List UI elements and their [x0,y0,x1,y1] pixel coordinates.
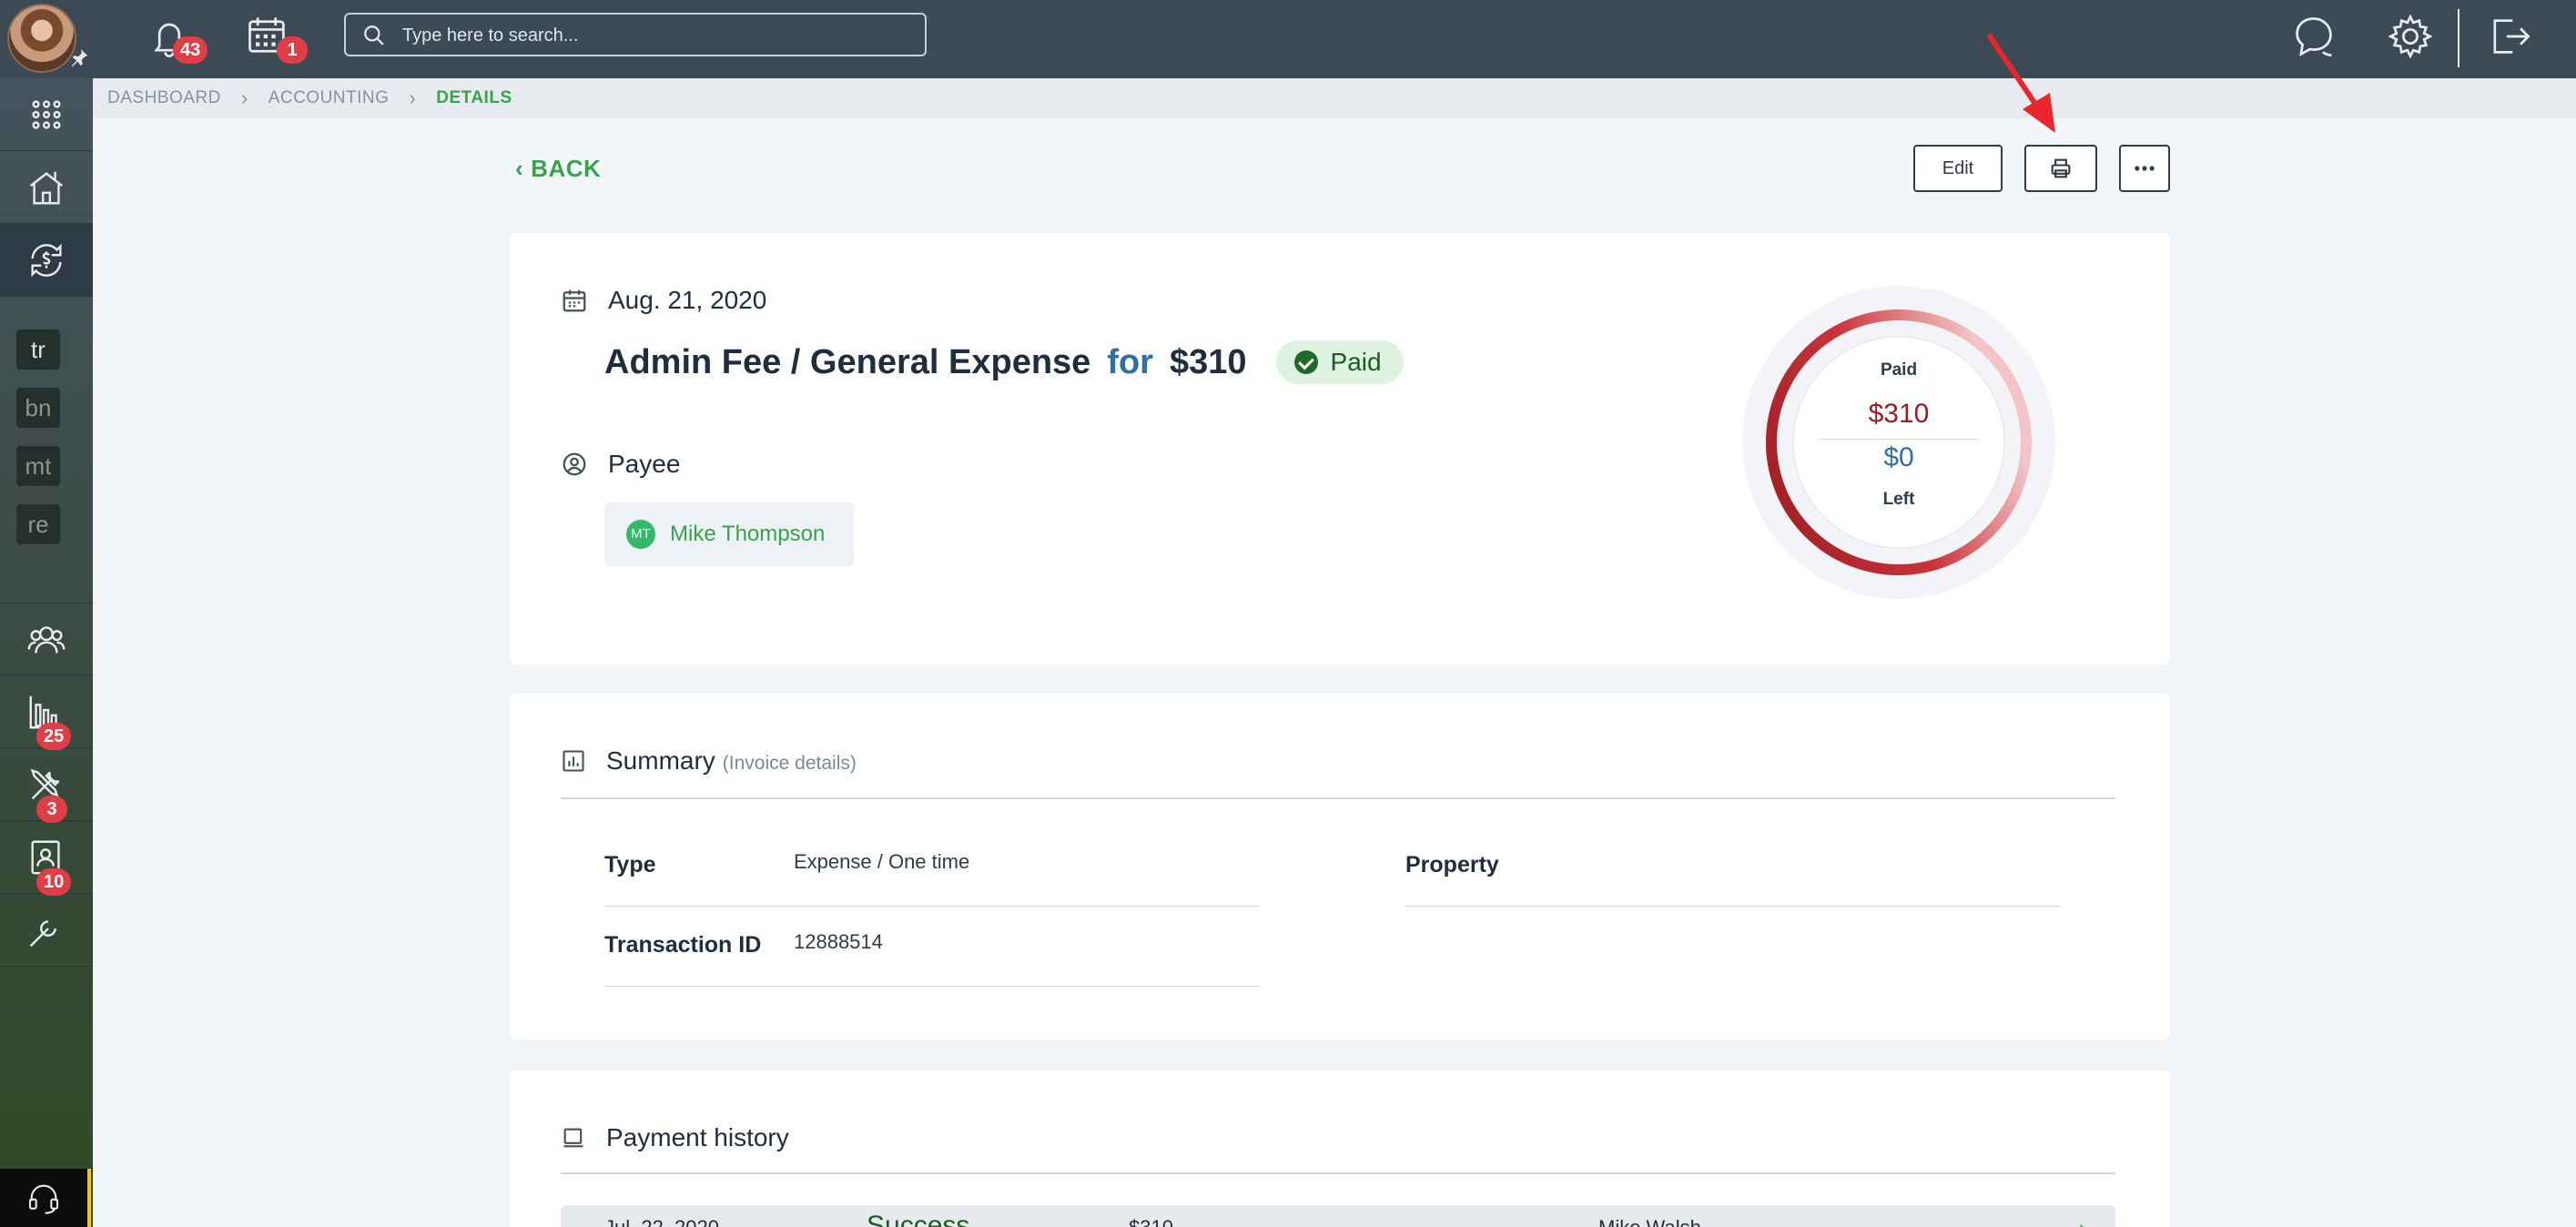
notifications-badge: 43 [173,36,208,64]
breadcrumb-details: DETAILS [436,88,512,107]
side-nav: tr bn mt re 25 3 10 [0,78,93,1227]
status-badge: Paid [1275,340,1404,384]
payment-gauge: Paid $310 $0 Left [1739,282,2059,603]
gauge-paid-value: $310 [1868,399,1930,429]
report-icon [563,750,584,772]
breadcrumb-chevron-icon: › [409,86,417,109]
calendar-badge: 1 [277,36,308,64]
maintenance-badge: 25 [36,723,72,750]
chevron-left-icon: ‹ [515,155,524,182]
gauge-left-label: Left [1882,490,1915,509]
payee-label: Payee [608,450,681,478]
summary-header: Summary (Invoice details) [561,746,857,776]
user-avatar[interactable] [7,4,76,73]
user-circle-icon [563,452,586,476]
payment-history-title: Payment history [606,1123,789,1151]
status-label: Paid [1330,348,1382,376]
breadcrumb-accounting[interactable]: ACCOUNTING [269,88,390,108]
transaction-card: Aug. 21, 2020 Admin Fee / General Expens… [510,233,2170,664]
transaction-id-field: Transaction ID 12888514 [604,907,1260,987]
breadcrumb-chevron-icon: › [240,86,248,109]
gauge-divider [1819,439,1979,440]
sidebar-chip-mt[interactable]: mt [16,446,60,486]
more-options-button[interactable] [2119,145,2170,192]
transaction-id-value: 12888514 [794,930,883,953]
top-bar: 43 1 [0,0,2576,78]
payment-history-header: Payment history [561,1123,789,1152]
payment-history-divider [561,1172,2115,1174]
applicants-badge: 3 [36,796,67,823]
more-icon [2135,166,2155,171]
transaction-date: Aug. 21, 2020 [608,286,767,314]
summary-subtitle: (Invoice details) [722,753,857,774]
payee-name: Mike Thompson [670,522,826,546]
history-by: Mike Walsh [1598,1216,1701,1227]
search-icon [364,25,384,46]
payee-row: Payee [561,450,680,479]
transaction-id-label: Transaction ID [604,932,762,958]
back-button[interactable]: ‹ BACK [515,155,601,183]
sidebar-chip-bn[interactable]: bn [16,388,60,428]
check-circle-icon [1293,350,1318,374]
headset-icon [28,1184,59,1214]
payment-history-card: Payment history Jul. 22, 2020 Success $3… [510,1070,2170,1227]
accounting-icon [31,243,62,277]
gauge-paid-label: Paid [1880,360,1918,380]
history-date: Jul. 22, 2020 [604,1216,719,1227]
for-word: for [1107,342,1153,381]
transaction-title-row: Admin Fee / General Expense for $310 Pai… [604,340,1404,384]
type-field: Type Expense / One time [604,826,1260,907]
search-input[interactable] [402,20,912,51]
date-row: Aug. 21, 2020 [561,286,766,315]
pin-icon[interactable] [69,47,89,67]
calendar-icon [563,289,586,312]
wrench-icon [29,919,56,947]
logout-icon[interactable] [2485,13,2532,60]
breadcrumb: DASHBOARD › ACCOUNTING › DETAILS [93,78,2576,118]
type-label: Type [604,852,656,877]
chat-icon[interactable] [2290,13,2338,60]
history-status: Success [867,1211,970,1227]
breadcrumb-dashboard[interactable]: DASHBOARD [107,88,221,108]
apps-grid-icon [32,99,61,129]
nav-apps[interactable] [0,78,93,151]
gear-icon[interactable] [2387,13,2434,60]
chevron-right-icon[interactable]: › [2079,1216,2085,1227]
gauge-left-value: $0 [1883,442,1914,472]
nav-accounting[interactable] [0,224,93,297]
nav-tools[interactable] [0,894,93,967]
laptop-icon [563,1128,583,1148]
edit-button[interactable]: Edit [1913,145,2003,192]
transaction-amount: $310 [1169,342,1247,381]
type-value: Expense / One time [794,850,970,873]
summary-title: Summary [606,746,715,775]
sidebar-chip-tr[interactable]: tr [16,330,60,370]
nav-people[interactable] [0,603,93,675]
table-row[interactable]: Jul. 22, 2020 Success $310 Mike Walsh › [561,1205,2115,1227]
payee-initials-avatar: MT [626,520,655,549]
history-amount: $310 [1129,1216,1173,1227]
print-button[interactable] [2024,145,2097,192]
property-field: Property [1405,826,2061,907]
property-label: Property [1405,852,1499,877]
top-divider [2458,9,2459,67]
red-arrow-annotation [1987,34,2055,133]
gauge-text: Paid $310 $0 Left [1739,282,2059,603]
nav-properties[interactable] [0,151,93,224]
sidebar-chip-re[interactable]: re [16,504,60,544]
search-box[interactable] [344,13,927,56]
help-button[interactable] [0,1169,91,1227]
back-label: BACK [531,155,602,182]
summary-divider [561,797,2115,799]
transaction-title: Admin Fee / General Expense [604,342,1091,381]
house-icon [30,171,63,204]
print-icon [2051,158,2071,178]
summary-card: Summary (Invoice details) Type Expense /… [510,694,2170,1039]
payee-chip[interactable]: MT Mike Thompson [604,502,854,566]
people-icon [27,626,66,654]
tools-badge: 10 [36,868,72,896]
